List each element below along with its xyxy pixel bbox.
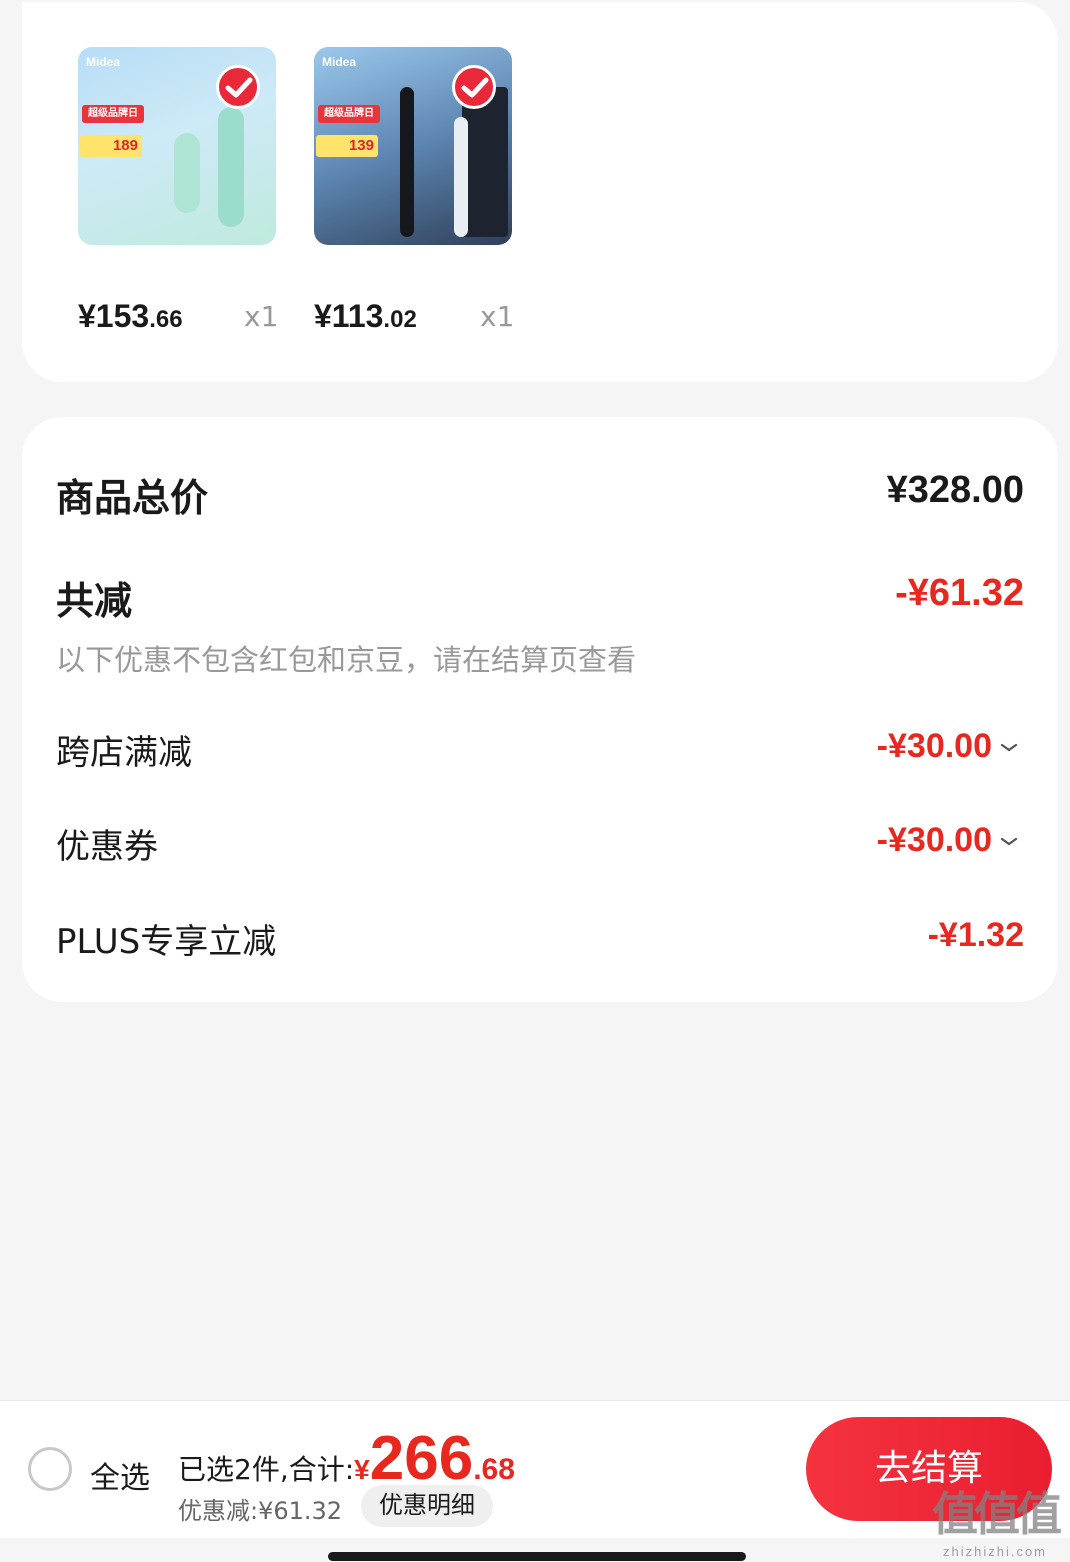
checkout-bar: 全选 已选2件,合计:¥266.68 优惠减:¥61.32 优惠明细 去结算 xyxy=(0,1400,1070,1538)
plus-discount-label: PLUS专享立减 xyxy=(56,922,277,962)
toothbrush-black-shape xyxy=(400,87,414,237)
cross-store-discount-value[interactable]: -¥30.00 xyxy=(877,727,1018,766)
image-brand-label: Midea xyxy=(86,55,121,69)
selected-check-icon[interactable] xyxy=(452,65,496,109)
product-price-1: ¥153.66 xyxy=(78,298,183,334)
total-price-label: 商品总价 xyxy=(56,476,209,520)
discount-note: 以下优惠不包含红包和京豆，请在结算页查看 xyxy=(56,643,637,677)
selected-check-icon[interactable] xyxy=(216,65,260,109)
cross-store-discount-label: 跨店满减 xyxy=(56,733,192,773)
product-image-water-flosser[interactable]: Midea 超级品牌日 189 xyxy=(78,47,276,245)
plus-discount-value: -¥1.32 xyxy=(927,916,1024,954)
selected-products-card: Midea 超级品牌日 189 ¥153.66 x1 Midea 超级品牌日 1… xyxy=(22,2,1058,382)
selected-count-text: 已选2件,合计: xyxy=(178,1453,355,1486)
image-price-label: 189 xyxy=(80,135,142,157)
watermark-logo: 值值值 xyxy=(932,1487,1062,1541)
toothbrush-white-shape xyxy=(454,117,468,237)
cart-total: 已选2件,合计:¥266.68 xyxy=(178,1423,515,1494)
chevron-down-icon[interactable] xyxy=(1000,743,1018,753)
flosser-case-shape xyxy=(174,133,200,213)
watermark-url: zhizhizhi.com xyxy=(942,1544,1048,1559)
price-summary-card: 商品总价 ¥328.00 共减 -¥61.32 以下优惠不包含红包和京豆，请在结… xyxy=(22,417,1058,1002)
product-quantity-2: x1 xyxy=(480,300,515,333)
saved-amount-text: 优惠减:¥61.32 xyxy=(178,1497,343,1525)
product-quantity-1: x1 xyxy=(244,300,279,333)
product-item-2[interactable]: Midea 超级品牌日 139 xyxy=(314,47,514,245)
discount-detail-button[interactable]: 优惠明细 xyxy=(361,1485,493,1527)
total-reduction-label: 共减 xyxy=(56,579,133,623)
total-price-value: ¥328.00 xyxy=(886,469,1024,511)
product-image-toothbrush[interactable]: Midea 超级品牌日 139 xyxy=(314,47,512,245)
flosser-device-shape xyxy=(218,107,244,227)
home-indicator[interactable] xyxy=(328,1552,746,1561)
total-reduction-value: -¥61.32 xyxy=(895,572,1024,614)
total-decimal: .68 xyxy=(473,1453,515,1486)
total-integer: 266 xyxy=(369,1424,474,1493)
coupon-value[interactable]: -¥30.00 xyxy=(877,821,1018,860)
site-watermark: 值值值 zhizhizhi.com xyxy=(932,1478,1062,1559)
chevron-down-icon[interactable] xyxy=(1000,837,1018,847)
select-all-radio[interactable] xyxy=(28,1447,72,1491)
toothbrush-box-shape xyxy=(462,87,508,237)
coupon-label: 优惠券 xyxy=(56,827,158,867)
image-brand-label: Midea xyxy=(322,55,357,69)
total-currency-symbol: ¥ xyxy=(354,1454,370,1485)
product-item-1[interactable]: Midea 超级品牌日 189 xyxy=(78,47,278,245)
product-price-2: ¥113.02 xyxy=(314,298,417,334)
image-promo-label: 超级品牌日 xyxy=(82,105,144,123)
image-promo-label: 超级品牌日 xyxy=(318,105,380,123)
image-price-label: 139 xyxy=(316,135,378,157)
select-all-label[interactable]: 全选 xyxy=(90,1453,150,1497)
